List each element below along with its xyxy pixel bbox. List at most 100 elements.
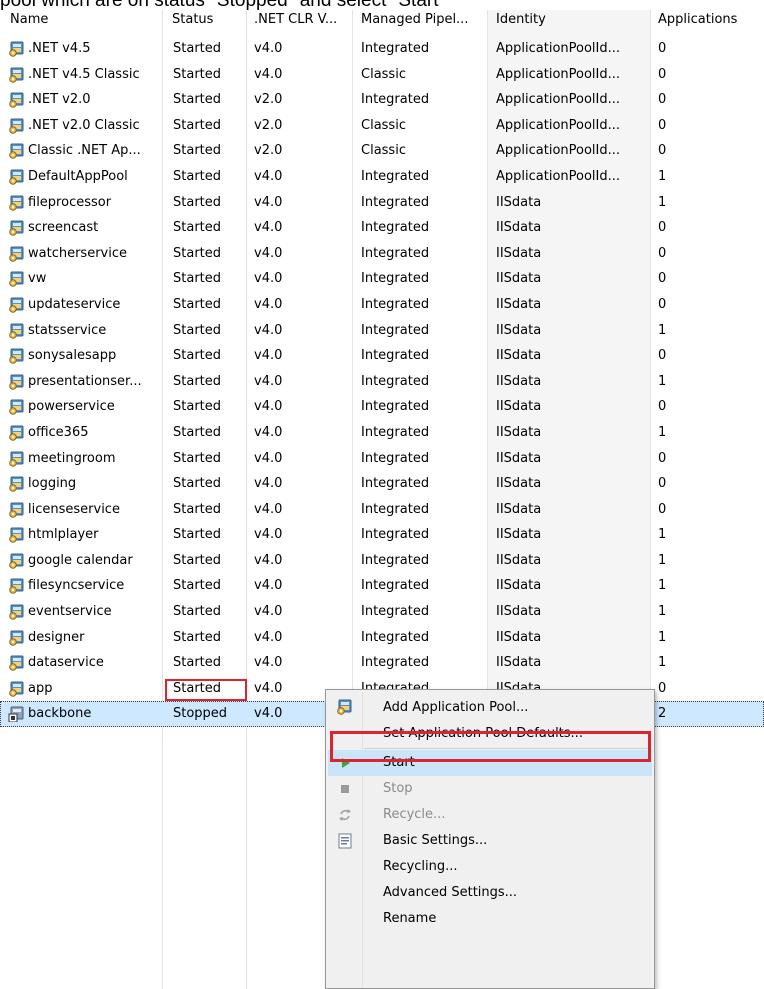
pool-pipeline-mode: Integrated: [361, 399, 430, 415]
menu-item-advanced-settings[interactable]: Advanced Settings...: [328, 880, 652, 906]
menu-item-label: Recycle...: [383, 807, 446, 822]
column-header-status[interactable]: Status: [172, 10, 242, 30]
column-header-applications[interactable]: Applications: [658, 10, 758, 30]
pool-status: Started: [173, 399, 222, 415]
recycle-icon: [336, 806, 354, 824]
pool-clr-version: v4.0: [254, 578, 283, 594]
pool-name: statsservice: [28, 322, 107, 338]
column-header-name[interactable]: Name: [10, 10, 150, 30]
pool-clr-version: v4.0: [254, 501, 283, 517]
pool-status: Started: [173, 66, 222, 82]
table-row[interactable]: DefaultAppPool Started v4.0 Integrated Appli…: [0, 164, 764, 190]
app-pool-icon: [8, 297, 25, 313]
table-row[interactable]: vw Started v4.0 Integrated IISdata 0: [0, 266, 764, 292]
pool-clr-version: v4.0: [254, 604, 283, 620]
pool-status: Started: [173, 194, 222, 210]
table-row[interactable]: fileprocessor Started v4.0 Integrated IISdat…: [0, 190, 764, 216]
pool-status: Started: [173, 245, 222, 261]
pool-applications-count: 1: [658, 604, 667, 620]
column-header-pipeline[interactable]: Managed Pipel...: [361, 10, 485, 30]
pool-name: filesyncservice: [28, 578, 125, 594]
pool-name: DefaultAppPool: [28, 168, 128, 184]
app-pool-icon: [8, 399, 25, 416]
pool-name: sonysalesapp: [28, 348, 117, 364]
app-pool-icon: [8, 195, 25, 211]
app-pool-icon: [8, 374, 25, 390]
pool-applications-count: 0: [658, 476, 667, 492]
menu-item-label: Basic Settings...: [383, 833, 488, 848]
pool-applications-count: 1: [658, 194, 667, 210]
app-pool-icon: [8, 118, 25, 134]
pool-identity: IISdata: [496, 552, 542, 568]
pool-identity: IISdata: [496, 220, 542, 236]
table-row[interactable]: designer Started v4.0 Integrated IISdata 1: [0, 625, 764, 651]
pool-pipeline-mode: Integrated: [361, 501, 430, 517]
menu-item-label: Rename: [383, 911, 437, 926]
table-row[interactable]: meetingroom Started v4.0 Integrated IISdata 0: [0, 446, 764, 472]
table-row[interactable]: .NET v4.5 Started v4.0 Integrated Applicatio…: [0, 36, 764, 62]
pool-name: .NET v4.5: [28, 41, 91, 56]
pool-pipeline-mode: Integrated: [361, 552, 430, 568]
app-pool-icon: [8, 92, 25, 108]
menu-item-add-application-pool[interactable]: Add Application Pool...: [328, 695, 652, 721]
table-row[interactable]: dataservice Started v4.0 Integrated IISdata 1: [0, 650, 764, 676]
pool-clr-version: v4.0: [254, 66, 283, 82]
pool-clr-version: v4.0: [254, 245, 283, 261]
pool-status: Started: [173, 424, 222, 440]
menu-item-basic-settings[interactable]: Basic Settings...: [328, 828, 652, 854]
pool-identity: IISdata: [496, 424, 542, 440]
table-row[interactable]: Classic .NET Ap... Started v2.0 Classic Appl…: [0, 138, 764, 164]
pool-name: office365: [28, 424, 89, 440]
pool-pipeline-mode: Integrated: [361, 450, 430, 466]
table-row[interactable]: presentationser... Started v4.0 Integrated I…: [0, 369, 764, 395]
pool-status: Started: [173, 629, 222, 645]
table-row[interactable]: logging Started v4.0 Integrated IISdata 0: [0, 471, 764, 497]
pool-applications-count: 1: [658, 527, 667, 543]
menu-item-recycle: Recycle...: [328, 802, 652, 828]
pool-pipeline-mode: Integrated: [361, 373, 430, 389]
pool-name: logging: [28, 476, 77, 492]
table-row[interactable]: screencast Started v4.0 Integrated IISdata 0: [0, 215, 764, 241]
pool-clr-version: v4.0: [254, 476, 283, 492]
pool-pipeline-mode: Integrated: [361, 296, 430, 312]
menu-item-rename[interactable]: Rename: [328, 906, 652, 932]
stop-icon: [336, 780, 354, 798]
app-pool-icon: [8, 323, 25, 339]
table-row[interactable]: .NET v4.5 Classic Started v4.0 Classic Appli…: [0, 62, 764, 88]
pool-status: Started: [173, 604, 222, 620]
pool-identity: IISdata: [496, 450, 542, 466]
pool-status: Started: [173, 527, 222, 543]
pool-pipeline-mode: Integrated: [361, 220, 430, 236]
pool-identity: IISdata: [496, 194, 542, 210]
pool-identity: ApplicationPoolId...: [496, 92, 621, 108]
add-pool-icon: [336, 699, 354, 717]
table-row[interactable]: powerservice Started v4.0 Integrated IISdata…: [0, 394, 764, 420]
column-header-clr-version[interactable]: .NET CLR V...: [254, 10, 350, 30]
pool-clr-version: v4.0: [254, 629, 283, 645]
table-row[interactable]: htmlplayer Started v4.0 Integrated IISdata 1: [0, 522, 764, 548]
pool-identity: ApplicationPoolId...: [496, 117, 621, 133]
table-row[interactable]: watcherservice Started v4.0 Integrated IISda…: [0, 241, 764, 267]
pool-identity: IISdata: [496, 476, 542, 492]
table-row[interactable]: licenseservice Started v4.0 Integrated IISda…: [0, 497, 764, 523]
column-header-identity[interactable]: Identity: [496, 10, 646, 30]
pool-name: .NET v4.5 Classic: [28, 66, 140, 82]
pool-applications-count: 0: [658, 296, 667, 312]
table-row[interactable]: eventservice Started v4.0 Integrated IISdata…: [0, 599, 764, 625]
pool-applications-count: 0: [658, 92, 667, 108]
pool-pipeline-mode: Integrated: [361, 655, 430, 671]
app-pool-icon: [8, 681, 25, 697]
table-row[interactable]: statsservice Started v4.0 Integrated IISdata…: [0, 318, 764, 344]
pool-clr-version: v4.0: [254, 348, 283, 364]
pool-applications-count: 1: [658, 655, 667, 671]
table-row[interactable]: updateservice Started v4.0 Integrated IISdat…: [0, 292, 764, 318]
table-row[interactable]: sonysalesapp Started v4.0 Integrated IISdata…: [0, 343, 764, 369]
table-row[interactable]: office365 Started v4.0 Integrated IISdata 1: [0, 420, 764, 446]
pool-clr-version: v4.0: [254, 322, 283, 338]
table-row[interactable]: google calendar Started v4.0 Integrated IISd…: [0, 548, 764, 574]
table-row[interactable]: .NET v2.0 Started v2.0 Integrated Applicatio…: [0, 87, 764, 113]
table-row[interactable]: .NET v2.0 Classic Started v2.0 Classic Appli…: [0, 113, 764, 139]
table-row[interactable]: filesyncservice Started v4.0 Integrated IISd…: [0, 573, 764, 599]
pool-clr-version: v4.0: [254, 168, 283, 184]
menu-item-recycling[interactable]: Recycling...: [328, 854, 652, 880]
